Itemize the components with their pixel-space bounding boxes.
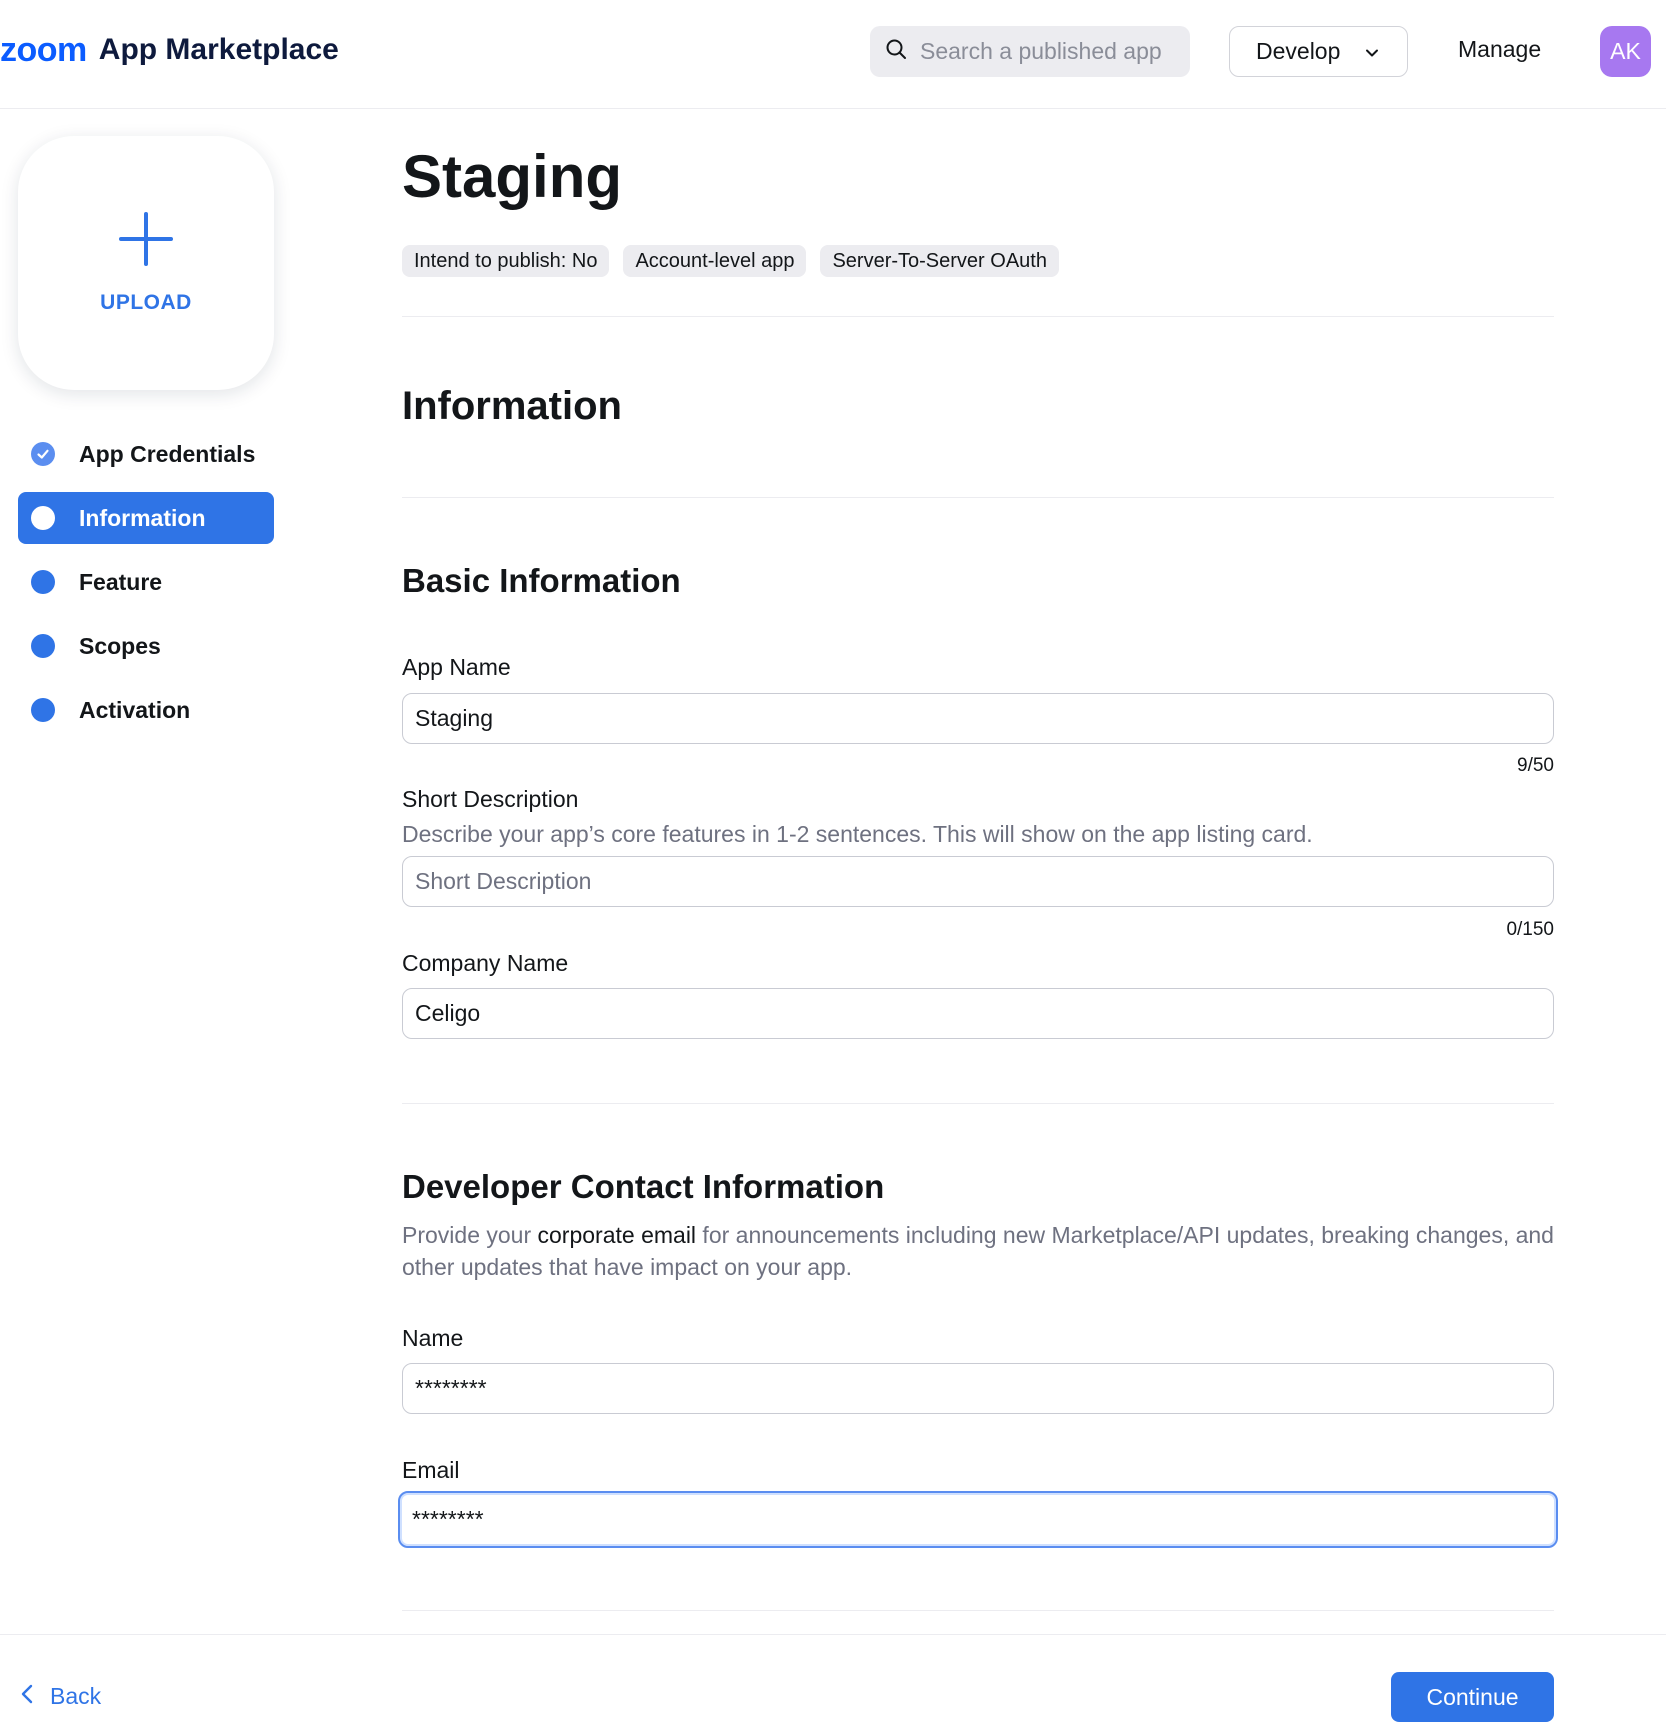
step-dot-icon — [31, 634, 55, 658]
plus-icon — [119, 211, 173, 271]
setup-steps-nav: App Credentials Information Feature Scop… — [18, 428, 274, 748]
app-tags: Intend to publish: No Account-level app … — [402, 245, 1059, 277]
active-step-dot-icon — [31, 506, 55, 530]
contact-email-label: Email — [402, 1457, 460, 1483]
hint-prefix: Provide your — [402, 1222, 538, 1248]
company-name-input[interactable] — [402, 988, 1554, 1039]
manage-link[interactable]: Manage — [1458, 36, 1541, 63]
divider — [402, 1103, 1554, 1104]
search-box[interactable] — [870, 26, 1190, 77]
step-scopes[interactable]: Scopes — [18, 620, 274, 672]
contact-email-input[interactable] — [398, 1491, 1558, 1548]
divider — [402, 497, 1554, 498]
develop-label: Develop — [1256, 38, 1341, 64]
divider — [402, 316, 1554, 317]
search-icon — [884, 37, 908, 66]
search-input[interactable] — [920, 38, 1180, 65]
upload-label: UPLOAD — [100, 290, 192, 314]
continue-button[interactable]: Continue — [1391, 1672, 1554, 1722]
contact-name-label: Name — [402, 1325, 464, 1351]
basic-information-heading: Basic Information — [402, 562, 681, 599]
tag-app-type: Server-To-Server OAuth — [820, 245, 1059, 277]
step-feature[interactable]: Feature — [18, 556, 274, 608]
step-dot-icon — [31, 570, 55, 594]
page-title: Staging — [402, 143, 622, 210]
step-label: Information — [79, 504, 206, 531]
back-button[interactable]: Back — [20, 1683, 101, 1710]
app-name-char-counter: 9/50 — [1517, 755, 1554, 776]
develop-dropdown[interactable]: Develop — [1229, 26, 1408, 77]
short-description-label: Short Description — [402, 786, 579, 812]
check-circle-icon — [31, 442, 55, 466]
app-name-input[interactable] — [402, 693, 1554, 744]
step-label: Feature — [79, 568, 163, 595]
chevron-left-icon — [20, 1683, 50, 1710]
step-information[interactable]: Information — [18, 492, 274, 544]
developer-contact-heading: Developer Contact Information — [402, 1168, 885, 1205]
footer-bar: Back Continue — [0, 1634, 1666, 1728]
upload-app-icon-button[interactable]: UPLOAD — [18, 136, 274, 390]
step-activation[interactable]: Activation — [18, 684, 274, 736]
section-title: Information — [402, 384, 622, 428]
step-label: Scopes — [79, 632, 161, 659]
step-label: App Credentials — [79, 440, 256, 467]
divider — [402, 1610, 1554, 1611]
short-description-char-counter: 0/150 — [1506, 919, 1554, 940]
avatar[interactable]: AK — [1600, 26, 1651, 77]
hint-emphasis: corporate email — [537, 1222, 697, 1248]
short-description-hint: Describe your app’s core features in 1-2… — [402, 821, 1313, 847]
top-navigation-bar: zoom App Marketplace Develop Manage AK — [0, 0, 1666, 109]
step-app-credentials[interactable]: App Credentials — [18, 428, 274, 480]
company-name-label: Company Name — [402, 950, 569, 976]
marketplace-logo[interactable]: zoom App Marketplace — [0, 30, 339, 70]
zoom-logo: zoom — [0, 30, 87, 69]
step-dot-icon — [31, 698, 55, 722]
tag-app-level: Account-level app — [623, 245, 807, 277]
step-label: Activation — [79, 696, 191, 723]
short-description-input[interactable] — [402, 856, 1554, 907]
developer-contact-hint: Provide your corporate email for announc… — [402, 1219, 1554, 1283]
back-label: Back — [50, 1683, 102, 1709]
tag-publish-intent: Intend to publish: No — [402, 245, 610, 277]
marketplace-title: App Marketplace — [98, 33, 339, 66]
contact-name-input[interactable] — [402, 1363, 1554, 1414]
app-name-label: App Name — [402, 654, 511, 680]
